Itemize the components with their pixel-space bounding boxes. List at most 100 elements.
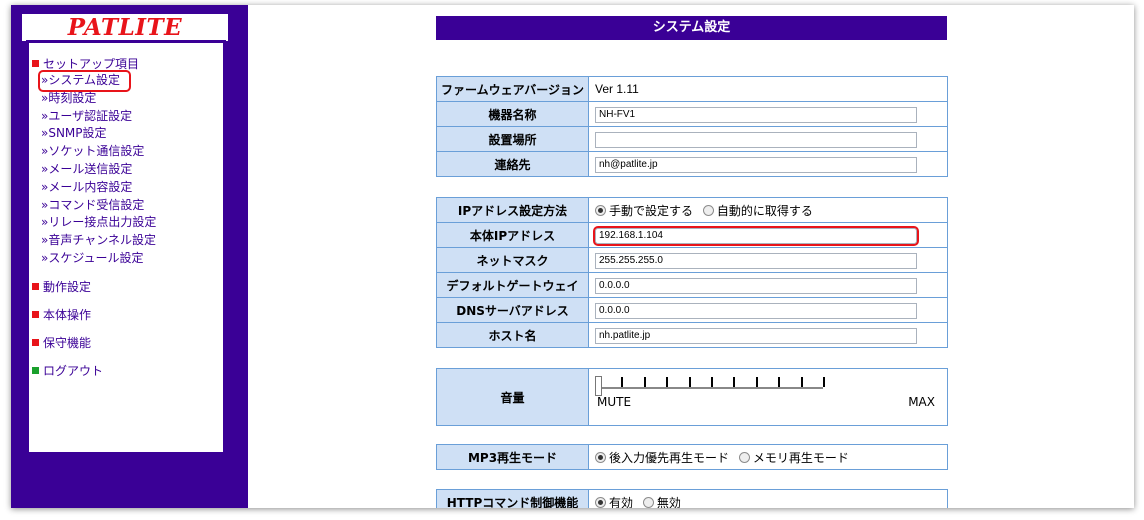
netmask-field[interactable] — [595, 252, 917, 269]
sidebar-section-label: セットアップ項目 — [43, 56, 140, 71]
table-row: デフォルトゲートウェイ — [436, 272, 948, 298]
sidebar-item-system-settings[interactable]: »システム設定 — [38, 70, 131, 92]
gateway-field[interactable] — [595, 277, 917, 294]
dns-field[interactable] — [595, 302, 917, 319]
netmask-label: ネットマスク — [436, 247, 589, 273]
slider-tick — [755, 377, 758, 387]
device-name-field[interactable] — [595, 106, 917, 123]
sidebar-section-maintenance[interactable]: 保守機能 — [32, 334, 222, 352]
red-square-icon — [32, 59, 39, 67]
sidebar-section-label: 保守機能 — [43, 336, 92, 351]
ip-manual-radio[interactable]: 手動で設定する — [595, 202, 693, 219]
radio-label: 手動で設定する — [609, 203, 694, 218]
page-title: システム設定 — [436, 16, 947, 40]
slider-tick — [800, 377, 803, 387]
sidebar-logout[interactable]: ログアウト — [32, 362, 222, 380]
table-row: MP3再生モード 後入力優先再生モード メモリ再生モード — [436, 444, 948, 470]
slider-tick — [711, 377, 713, 387]
sidebar-item-mail-content[interactable]: »メール内容設定 — [32, 179, 222, 197]
logo-box: PATLITE — [22, 14, 228, 41]
red-square-icon — [32, 339, 39, 347]
ip-auto-radio[interactable]: 自動的に取得する — [702, 202, 813, 219]
http-command-label: HTTPコマンド制御機能 — [436, 489, 589, 508]
sidebar-menu: セットアップ項目 »システム設定 »時刻設定 »ユーザ認証設定 »SNMP設定 … — [26, 40, 226, 455]
radio-unselected-icon — [702, 204, 714, 216]
device-info-table: ファームウェアバージョン Ver 1.11 機器名称 設置場所 連絡先 — [436, 76, 948, 177]
device-name-label: 機器名称 — [436, 101, 589, 127]
radio-unselected-icon — [738, 451, 750, 463]
mp3-latest-radio[interactable]: 後入力優先再生モード — [595, 449, 729, 466]
sidebar-item-command-receive[interactable]: »コマンド受信設定 — [32, 197, 222, 215]
radio-selected-icon — [595, 204, 606, 216]
sidebar-item-snmp[interactable]: »SNMP設定 — [32, 125, 222, 143]
radio-label: 有効 — [609, 495, 634, 509]
dns-label: DNSサーバアドレス — [436, 297, 589, 323]
sidebar-section-setup[interactable]: セットアップ項目 — [32, 54, 222, 72]
hostname-field[interactable] — [595, 327, 917, 344]
sidebar-section-operation[interactable]: 動作設定 — [32, 278, 222, 296]
sidebar-section-label: 動作設定 — [43, 280, 92, 295]
table-row: ネットマスク — [436, 247, 948, 273]
ip-method-label: IPアドレス設定方法 — [436, 197, 589, 223]
sidebar-item-audio-channel[interactable]: »音声チャンネル設定 — [32, 232, 222, 250]
mp3-memory-radio[interactable]: メモリ再生モード — [738, 449, 849, 466]
http-enable-radio[interactable]: 有効 — [595, 494, 634, 509]
slider-handle[interactable] — [595, 376, 602, 396]
radio-selected-icon — [595, 496, 606, 508]
table-row: 設置場所 — [436, 126, 948, 152]
mp3-mode-label: MP3再生モード — [436, 444, 589, 470]
sidebar-item-socket[interactable]: »ソケット通信設定 — [32, 143, 222, 161]
slider-tick — [733, 377, 736, 387]
sidebar-section-label: 本体操作 — [43, 308, 92, 323]
slider-track — [599, 387, 823, 389]
sidebar-item-relay-output[interactable]: »リレー接点出力設定 — [32, 214, 222, 232]
network-table: IPアドレス設定方法 手動で設定する 自動的に取得する 本体IPアドレス ネット… — [436, 197, 948, 348]
browser-frame: PATLITE セットアップ項目 »システム設定 »時刻設定 »ユーザ認証設定 … — [11, 5, 1134, 508]
radio-selected-icon — [595, 451, 606, 463]
sidebar-item-schedule[interactable]: »スケジュール設定 — [32, 250, 222, 268]
table-row: 音量 MUTE MAX — [436, 368, 948, 426]
table-row: 機器名称 — [436, 101, 948, 127]
volume-slider[interactable]: MUTE MAX — [595, 375, 935, 419]
hostname-label: ホスト名 — [436, 322, 589, 348]
http-disable-radio[interactable]: 無効 — [642, 494, 681, 508]
table-row: DNSサーバアドレス — [436, 297, 948, 323]
patlite-logo: PATLITE — [67, 14, 183, 41]
table-row: IPアドレス設定方法 手動で設定する 自動的に取得する — [436, 197, 948, 223]
contact-label: 連絡先 — [436, 151, 589, 177]
sidebar-section-device-control[interactable]: 本体操作 — [32, 306, 222, 324]
sidebar-item-time-settings[interactable]: »時刻設定 — [32, 90, 222, 108]
location-label: 設置場所 — [436, 126, 589, 152]
location-field[interactable] — [595, 131, 917, 148]
firmware-label: ファームウェアバージョン — [436, 76, 589, 102]
table-row: ホスト名 — [436, 322, 948, 348]
green-square-icon — [32, 367, 39, 375]
ip-address-label: 本体IPアドレス — [436, 222, 589, 248]
mp3-mode-table: MP3再生モード 後入力優先再生モード メモリ再生モード — [436, 444, 948, 470]
red-square-icon — [32, 283, 39, 291]
slider-tick — [621, 377, 624, 387]
volume-label: 音量 — [436, 368, 589, 426]
table-row: 本体IPアドレス — [436, 222, 948, 248]
sidebar-item-mail-send[interactable]: »メール送信設定 — [32, 161, 222, 179]
volume-max-label: MAX — [908, 395, 935, 409]
sidebar-item-user-auth[interactable]: »ユーザ認証設定 — [32, 108, 222, 126]
radio-unselected-icon — [642, 496, 654, 508]
radio-label: 後入力優先再生モード — [609, 450, 730, 465]
logout-label: ログアウト — [43, 364, 104, 379]
radio-label: メモリ再生モード — [752, 450, 849, 465]
ip-address-field[interactable] — [593, 225, 919, 246]
slider-tick — [666, 377, 669, 387]
table-row: ファームウェアバージョン Ver 1.11 — [436, 76, 948, 102]
slider-tick — [778, 377, 781, 387]
slider-tick — [823, 377, 825, 387]
red-square-icon — [32, 311, 39, 319]
firmware-value: Ver 1.11 — [588, 76, 948, 102]
table-row: HTTPコマンド制御機能 有効 無効 — [436, 489, 948, 509]
volume-min-label: MUTE — [597, 395, 632, 409]
contact-field[interactable] — [595, 156, 917, 173]
table-row: 連絡先 — [436, 151, 948, 177]
gateway-label: デフォルトゲートウェイ — [436, 272, 589, 298]
http-command-table: HTTPコマンド制御機能 有効 無効 — [436, 489, 948, 508]
sidebar: PATLITE セットアップ項目 »システム設定 »時刻設定 »ユーザ認証設定 … — [11, 5, 248, 508]
